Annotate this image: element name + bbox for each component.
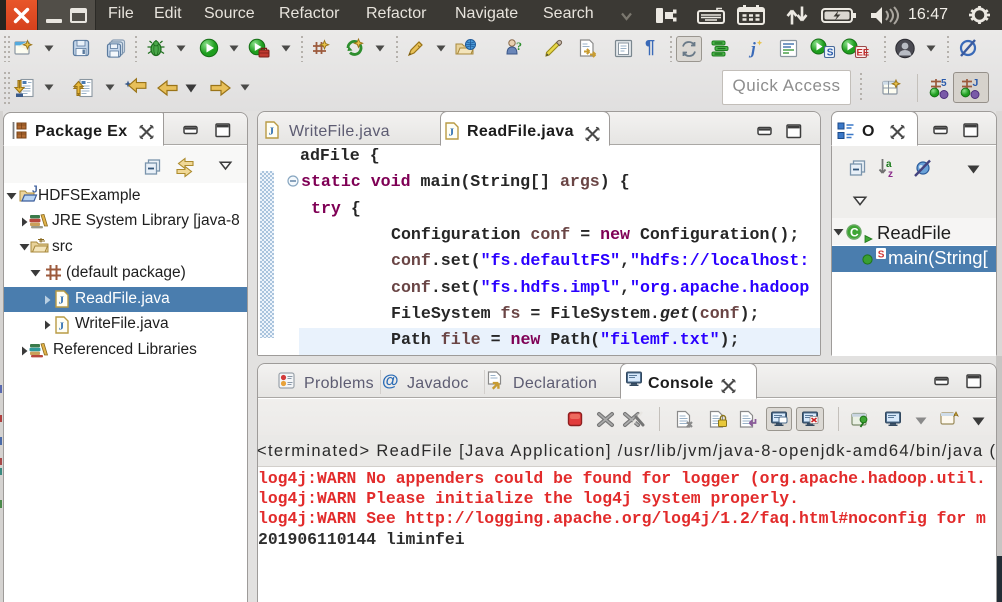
svg-text:C: C — [850, 226, 859, 240]
svg-text:J: J — [32, 185, 38, 196]
svg-text:J: J — [59, 295, 65, 307]
svg-text:J: J — [973, 77, 979, 89]
svg-text:S: S — [827, 48, 834, 59]
svg-text:J: J — [59, 321, 65, 333]
svg-text:?: ? — [516, 39, 522, 53]
svg-text:EE: EE — [857, 48, 870, 59]
svg-text:j: j — [748, 39, 756, 58]
svg-text:5: 5 — [941, 78, 947, 89]
svg-text:z: z — [888, 169, 893, 180]
svg-text:S: S — [878, 250, 885, 261]
